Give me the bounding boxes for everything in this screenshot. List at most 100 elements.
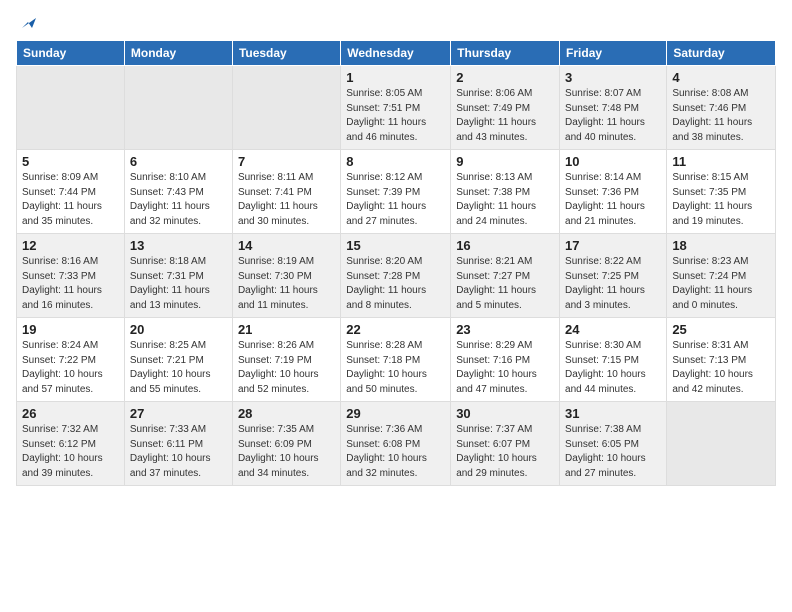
weekday-header: Tuesday — [232, 41, 340, 66]
day-number: 28 — [238, 406, 335, 421]
day-number: 7 — [238, 154, 335, 169]
day-number: 20 — [130, 322, 227, 337]
calendar-cell: 31 Sunrise: 7:38 AM Sunset: 6:05 PM Dayli… — [560, 402, 667, 486]
day-number: 24 — [565, 322, 661, 337]
calendar-week-row: 26 Sunrise: 7:32 AM Sunset: 6:12 PM Dayli… — [17, 402, 776, 486]
calendar-cell: 1Sunrise: 8:05 AM Sunset: 7:51 PM Daylig… — [341, 66, 451, 150]
day-number: 29 — [346, 406, 445, 421]
calendar-cell: 14 Sunrise: 8:19 AM Sunset: 7:30 PM Dayli… — [232, 234, 340, 318]
day-number: 31 — [565, 406, 661, 421]
day-number: 22 — [346, 322, 445, 337]
calendar-cell: 17 Sunrise: 8:22 AM Sunset: 7:25 PM Dayli… — [560, 234, 667, 318]
calendar-cell: 29 Sunrise: 7:36 AM Sunset: 6:08 PM Dayli… — [341, 402, 451, 486]
logo-bird-icon — [18, 14, 36, 32]
calendar-cell: 18 Sunrise: 8:23 AM Sunset: 7:24 PM Dayli… — [667, 234, 776, 318]
calendar-cell: 6Sunrise: 8:10 AM Sunset: 7:43 PM Daylig… — [124, 150, 232, 234]
day-number: 19 — [22, 322, 119, 337]
day-number: 2 — [456, 70, 554, 85]
day-info: Sunrise: 8:23 AM Sunset: 7:24 PM Dayligh… — [672, 255, 770, 313]
day-info: Sunrise: 8:18 AM Sunset: 7:31 PM Dayligh… — [130, 255, 227, 313]
calendar-cell: 3 Sunrise: 8:07 AM Sunset: 7:48 PM Daylig… — [560, 66, 667, 150]
calendar-cell: 25 Sunrise: 8:31 AM Sunset: 7:13 PM Dayli… — [667, 318, 776, 402]
day-info: Sunrise: 7:35 AM Sunset: 6:09 PM Dayligh… — [238, 423, 335, 481]
day-number: 30 — [456, 406, 554, 421]
day-number: 23 — [456, 322, 554, 337]
day-number: 9 — [456, 154, 554, 169]
calendar-cell: 26 Sunrise: 7:32 AM Sunset: 6:12 PM Dayli… — [17, 402, 125, 486]
calendar-week-row: 19Sunrise: 8:24 AM Sunset: 7:22 PM Dayli… — [17, 318, 776, 402]
calendar-cell: 24 Sunrise: 8:30 AM Sunset: 7:15 PM Dayli… — [560, 318, 667, 402]
calendar-cell — [667, 402, 776, 486]
day-number: 8 — [346, 154, 445, 169]
day-info: Sunrise: 8:14 AM Sunset: 7:36 PM Dayligh… — [565, 171, 661, 229]
day-info: Sunrise: 8:05 AM Sunset: 7:51 PM Dayligh… — [346, 87, 445, 145]
page: SundayMondayTuesdayWednesdayThursdayFrid… — [0, 0, 792, 612]
day-info: Sunrise: 7:36 AM Sunset: 6:08 PM Dayligh… — [346, 423, 445, 481]
day-info: Sunrise: 8:25 AM Sunset: 7:21 PM Dayligh… — [130, 339, 227, 397]
calendar-cell: 20 Sunrise: 8:25 AM Sunset: 7:21 PM Dayli… — [124, 318, 232, 402]
calendar-cell: 5 Sunrise: 8:09 AM Sunset: 7:44 PM Daylig… — [17, 150, 125, 234]
calendar-cell: 27 Sunrise: 7:33 AM Sunset: 6:11 PM Dayli… — [124, 402, 232, 486]
weekday-header: Wednesday — [341, 41, 451, 66]
day-number: 21 — [238, 322, 335, 337]
calendar-cell: 2Sunrise: 8:06 AM Sunset: 7:49 PM Daylig… — [451, 66, 560, 150]
weekday-header: Sunday — [17, 41, 125, 66]
day-number: 5 — [22, 154, 119, 169]
day-number: 6 — [130, 154, 227, 169]
calendar-cell: 21 Sunrise: 8:26 AM Sunset: 7:19 PM Dayli… — [232, 318, 340, 402]
day-number: 17 — [565, 238, 661, 253]
calendar-cell: 11 Sunrise: 8:15 AM Sunset: 7:35 PM Dayli… — [667, 150, 776, 234]
weekday-header: Saturday — [667, 41, 776, 66]
day-number: 18 — [672, 238, 770, 253]
day-info: Sunrise: 7:33 AM Sunset: 6:11 PM Dayligh… — [130, 423, 227, 481]
day-info: Sunrise: 8:30 AM Sunset: 7:15 PM Dayligh… — [565, 339, 661, 397]
calendar-cell — [124, 66, 232, 150]
day-number: 25 — [672, 322, 770, 337]
day-number: 10 — [565, 154, 661, 169]
logo — [16, 16, 36, 32]
day-info: Sunrise: 7:38 AM Sunset: 6:05 PM Dayligh… — [565, 423, 661, 481]
day-info: Sunrise: 7:32 AM Sunset: 6:12 PM Dayligh… — [22, 423, 119, 481]
calendar-cell: 13 Sunrise: 8:18 AM Sunset: 7:31 PM Dayli… — [124, 234, 232, 318]
day-info: Sunrise: 8:29 AM Sunset: 7:16 PM Dayligh… — [456, 339, 554, 397]
day-number: 3 — [565, 70, 661, 85]
weekday-header: Friday — [560, 41, 667, 66]
day-info: Sunrise: 8:13 AM Sunset: 7:38 PM Dayligh… — [456, 171, 554, 229]
weekday-header: Thursday — [451, 41, 560, 66]
day-info: Sunrise: 8:28 AM Sunset: 7:18 PM Dayligh… — [346, 339, 445, 397]
calendar-cell: 12 Sunrise: 8:16 AM Sunset: 7:33 PM Dayli… — [17, 234, 125, 318]
calendar-cell: 30 Sunrise: 7:37 AM Sunset: 6:07 PM Dayli… — [451, 402, 560, 486]
day-info: Sunrise: 8:19 AM Sunset: 7:30 PM Dayligh… — [238, 255, 335, 313]
day-number: 14 — [238, 238, 335, 253]
day-number: 16 — [456, 238, 554, 253]
day-info: Sunrise: 8:07 AM Sunset: 7:48 PM Dayligh… — [565, 87, 661, 145]
day-info: Sunrise: 8:09 AM Sunset: 7:44 PM Dayligh… — [22, 171, 119, 229]
calendar-header-row: SundayMondayTuesdayWednesdayThursdayFrid… — [17, 41, 776, 66]
calendar-cell: 8Sunrise: 8:12 AM Sunset: 7:39 PM Daylig… — [341, 150, 451, 234]
day-info: Sunrise: 8:21 AM Sunset: 7:27 PM Dayligh… — [456, 255, 554, 313]
weekday-header: Monday — [124, 41, 232, 66]
day-number: 12 — [22, 238, 119, 253]
day-info: Sunrise: 8:16 AM Sunset: 7:33 PM Dayligh… — [22, 255, 119, 313]
calendar-week-row: 1Sunrise: 8:05 AM Sunset: 7:51 PM Daylig… — [17, 66, 776, 150]
day-info: Sunrise: 8:22 AM Sunset: 7:25 PM Dayligh… — [565, 255, 661, 313]
day-info: Sunrise: 7:37 AM Sunset: 6:07 PM Dayligh… — [456, 423, 554, 481]
day-number: 26 — [22, 406, 119, 421]
day-info: Sunrise: 8:08 AM Sunset: 7:46 PM Dayligh… — [672, 87, 770, 145]
day-number: 27 — [130, 406, 227, 421]
day-info: Sunrise: 8:15 AM Sunset: 7:35 PM Dayligh… — [672, 171, 770, 229]
calendar-cell — [232, 66, 340, 150]
calendar-cell: 22 Sunrise: 8:28 AM Sunset: 7:18 PM Dayli… — [341, 318, 451, 402]
day-number: 4 — [672, 70, 770, 85]
day-info: Sunrise: 8:26 AM Sunset: 7:19 PM Dayligh… — [238, 339, 335, 397]
calendar-cell: 15Sunrise: 8:20 AM Sunset: 7:28 PM Dayli… — [341, 234, 451, 318]
day-number: 11 — [672, 154, 770, 169]
calendar-cell: 16 Sunrise: 8:21 AM Sunset: 7:27 PM Dayli… — [451, 234, 560, 318]
calendar-cell: 23 Sunrise: 8:29 AM Sunset: 7:16 PM Dayli… — [451, 318, 560, 402]
calendar-cell: 10 Sunrise: 8:14 AM Sunset: 7:36 PM Dayli… — [560, 150, 667, 234]
calendar-cell: 4 Sunrise: 8:08 AM Sunset: 7:46 PM Daylig… — [667, 66, 776, 150]
calendar-week-row: 12 Sunrise: 8:16 AM Sunset: 7:33 PM Dayli… — [17, 234, 776, 318]
day-number: 15 — [346, 238, 445, 253]
day-info: Sunrise: 8:31 AM Sunset: 7:13 PM Dayligh… — [672, 339, 770, 397]
day-number: 13 — [130, 238, 227, 253]
